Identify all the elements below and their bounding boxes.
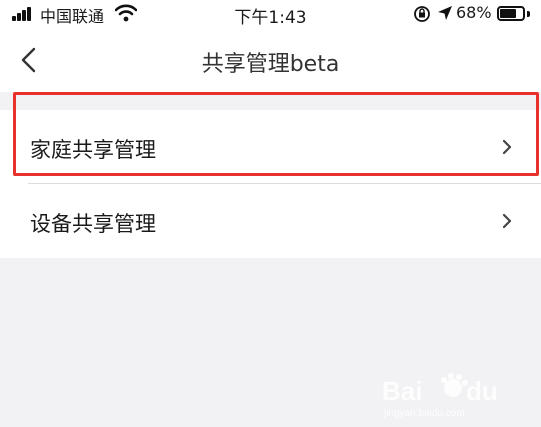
rotation-lock-icon (414, 6, 430, 22)
baidu-jingyan-watermark: Bai du jingyan.baidu.com (382, 373, 498, 419)
battery-icon (497, 6, 525, 21)
chevron-right-icon (502, 213, 512, 229)
page-title: 共享管理beta (201, 52, 340, 77)
svg-text:du: du (466, 376, 498, 406)
battery-tip (527, 11, 530, 17)
status-bar: 中国联通 下午1:43 68% (0, 0, 541, 28)
top-bar: 中国联通 下午1:43 68% 共享管理beta (0, 0, 541, 92)
menu-item-label: 设备共享管理 (30, 212, 156, 236)
menu-item-device-share[interactable]: 设备共享管理 (0, 184, 541, 258)
highlight-box (13, 92, 539, 176)
svg-text:Bai: Bai (382, 376, 422, 406)
location-arrow-icon (438, 6, 452, 20)
battery-percentage: 68% (456, 3, 492, 22)
svg-text:jingyan.baidu.com: jingyan.baidu.com (383, 408, 465, 419)
